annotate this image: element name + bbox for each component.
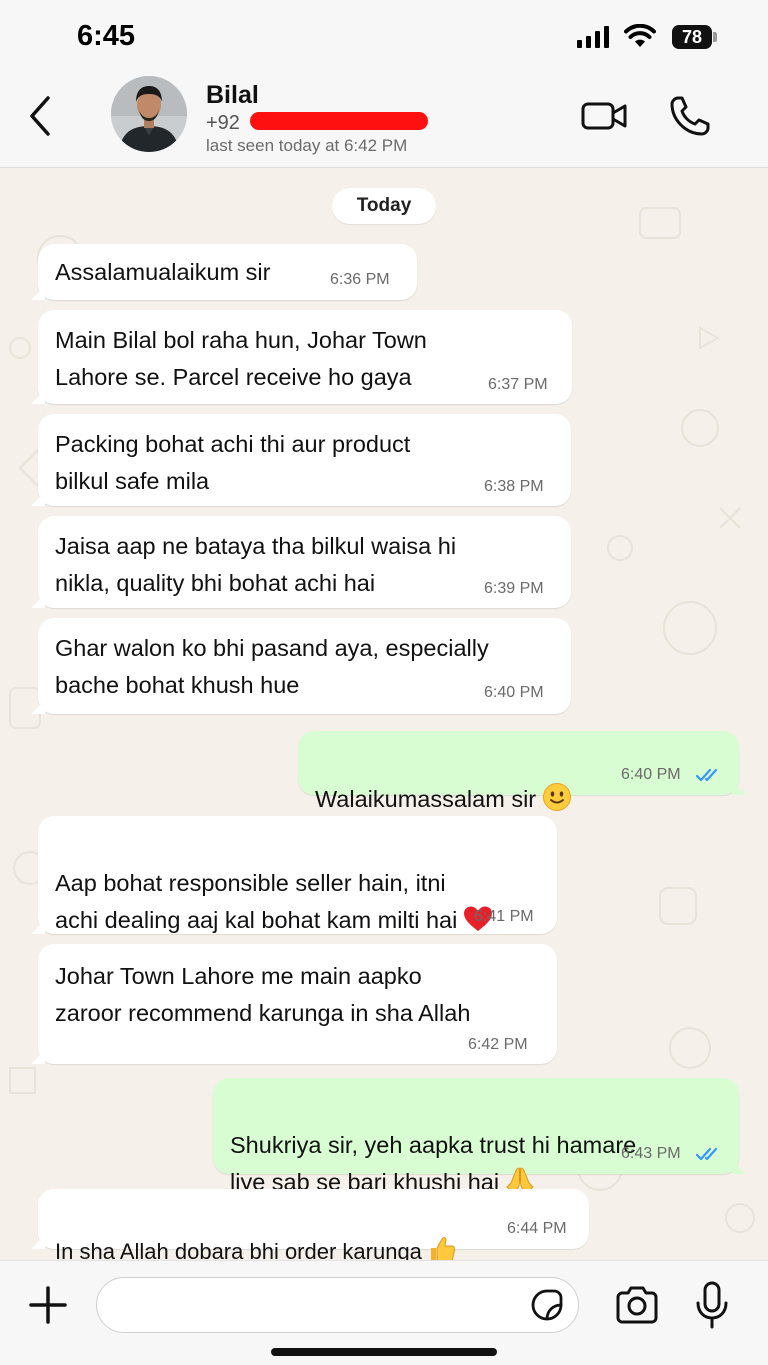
battery-cap xyxy=(713,32,717,42)
message-text: Ghar walon ko bhi pasand aya, especially… xyxy=(55,635,489,698)
message-time: 6:37 PM xyxy=(488,376,548,393)
redaction-mark xyxy=(250,112,428,130)
message-text: Main Bilal bol raha hun, Johar Town Laho… xyxy=(55,327,427,390)
message-text: Jaisa aap ne bataya tha bilkul waisa hi … xyxy=(55,533,457,596)
message-bubble-incoming[interactable]: Main Bilal bol raha hun, Johar Town Laho… xyxy=(31,310,572,404)
status-time: 6:45 xyxy=(77,20,136,52)
message-time: 6:36 PM xyxy=(330,271,390,288)
wifi-icon xyxy=(624,24,656,47)
sticker-icon[interactable] xyxy=(530,1288,564,1322)
composer-bar xyxy=(0,1260,768,1365)
message-time: 6:43 PM xyxy=(621,1145,681,1162)
video-camera-icon[interactable] xyxy=(580,98,628,134)
message-bubble-outgoing[interactable]: Walaikumassalam sir 6:40 PM xyxy=(298,731,746,812)
contact-photo xyxy=(111,76,187,152)
message-text-content: Walaikumassalam sir xyxy=(315,786,537,812)
message-text-content: Aap bohat responsible seller hain, itni … xyxy=(55,870,458,933)
message-text: Aap bohat responsible seller hain, itni … xyxy=(55,828,493,939)
message-text-content: Shukriya sir, yeh aapka trust hi hamare … xyxy=(230,1132,637,1195)
message-time: 6:38 PM xyxy=(484,478,544,495)
microphone-icon[interactable] xyxy=(694,1281,730,1329)
phone-icon[interactable] xyxy=(668,94,712,138)
cellular-signal-icon xyxy=(577,26,609,48)
message-time: 6:44 PM xyxy=(507,1220,567,1237)
message-input[interactable] xyxy=(96,1277,579,1333)
contact-name[interactable]: Bilal xyxy=(206,81,259,110)
thumbs-up-icon xyxy=(430,1237,456,1260)
contact-phone: +92 xyxy=(206,112,240,134)
plus-icon[interactable] xyxy=(28,1285,68,1325)
message-time: 6:40 PM xyxy=(484,684,544,701)
message-bubble-incoming[interactable]: Johar Town Lahore me main aapko zaroor r… xyxy=(31,944,557,1064)
message-time: 6:42 PM xyxy=(468,1036,528,1053)
read-receipt-icon xyxy=(696,768,718,782)
message-text: Packing bohat achi thi aur product bilku… xyxy=(55,431,411,494)
message-time: 6:41 PM xyxy=(474,908,534,925)
message-text: Shukriya sir, yeh aapka trust hi hamare … xyxy=(230,1090,636,1201)
message-text-content: In sha Allah dobara bhi order karunga xyxy=(55,1239,422,1260)
chevron-left-icon[interactable] xyxy=(22,94,58,138)
date-separator: Today xyxy=(332,188,436,224)
chat-area[interactable]: Today Assalamualaikum sir 6:36 PM Main B… xyxy=(0,168,768,1260)
message-text: In sha Allah dobara bhi order karunga xyxy=(55,1201,456,1260)
message-bubble-outgoing[interactable]: Shukriya sir, yeh aapka trust hi hamare … xyxy=(213,1078,746,1195)
message-bubble-incoming[interactable]: Packing bohat achi thi aur product bilku… xyxy=(31,414,571,506)
message-text: Assalamualaikum sir xyxy=(55,259,271,285)
message-text: Johar Town Lahore me main aapko zaroor r… xyxy=(55,963,471,1026)
battery-indicator: 78 xyxy=(672,25,712,49)
chat-header: Bilal +92 last seen today at 6:42 PM xyxy=(0,72,768,168)
last-seen-status: last seen today at 6:42 PM xyxy=(206,136,408,155)
message-bubble-incoming[interactable]: Assalamualaikum sir 6:36 PM xyxy=(31,244,417,300)
message-bubble-incoming[interactable]: Aap bohat responsible seller hain, itni … xyxy=(31,816,557,934)
message-bubble-incoming[interactable]: Ghar walon ko bhi pasand aya, especially… xyxy=(31,618,571,714)
message-bubble-incoming[interactable]: Jaisa aap ne bataya tha bilkul waisa hi … xyxy=(31,516,571,608)
message-time: 6:39 PM xyxy=(484,580,544,597)
message-text: Walaikumassalam sir xyxy=(315,744,572,818)
slightly-smiling-face-icon xyxy=(543,783,572,811)
read-receipt-icon xyxy=(696,1147,718,1161)
camera-icon[interactable] xyxy=(614,1285,660,1325)
status-bar: 6:45 78 xyxy=(0,0,768,72)
message-time: 6:40 PM xyxy=(621,766,681,783)
home-indicator xyxy=(271,1348,497,1356)
message-bubble-incoming[interactable]: In sha Allah dobara bhi order karunga 6:… xyxy=(31,1189,589,1260)
avatar[interactable] xyxy=(111,76,187,152)
